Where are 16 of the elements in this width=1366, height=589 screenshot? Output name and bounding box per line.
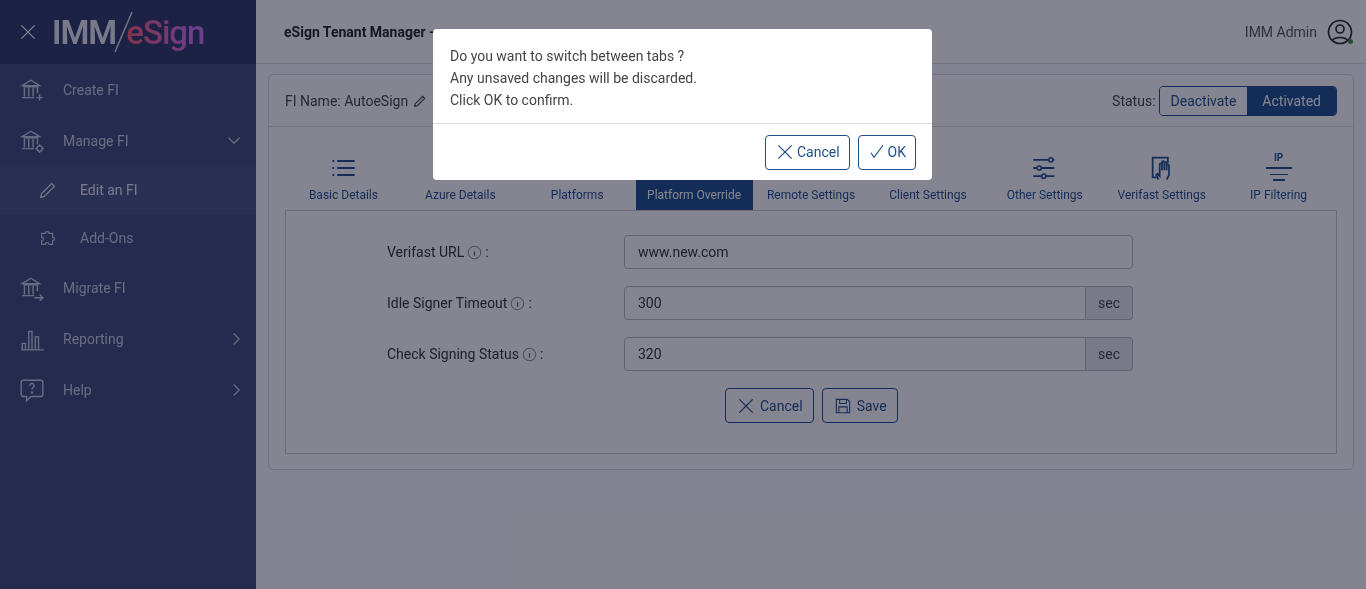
colon: : <box>485 244 489 260</box>
colon: : <box>528 295 532 311</box>
field-label: Verifast URL <box>387 244 465 260</box>
dialog-message: Do you want to switch between tabs ? <box>450 47 685 66</box>
logo: IMM eSign <box>52 10 208 54</box>
unit-label: sec <box>1086 286 1133 320</box>
field-label: Idle Signer Timeout <box>387 295 508 311</box>
fi-name: FI Name: AutoeSign <box>285 92 409 109</box>
page-title: eSign Tenant Manager - <box>284 23 436 40</box>
dialog-message: Click OK to confirm. <box>450 91 574 110</box>
field-label: Check Signing Status <box>387 346 519 362</box>
status-label: Status: <box>1112 92 1156 109</box>
dialog-message: Any unsaved changes will be discarded. <box>450 69 697 88</box>
user-name: IMM Admin <box>1244 23 1317 40</box>
colon: : <box>539 346 544 362</box>
unit-label: sec <box>1086 337 1133 371</box>
